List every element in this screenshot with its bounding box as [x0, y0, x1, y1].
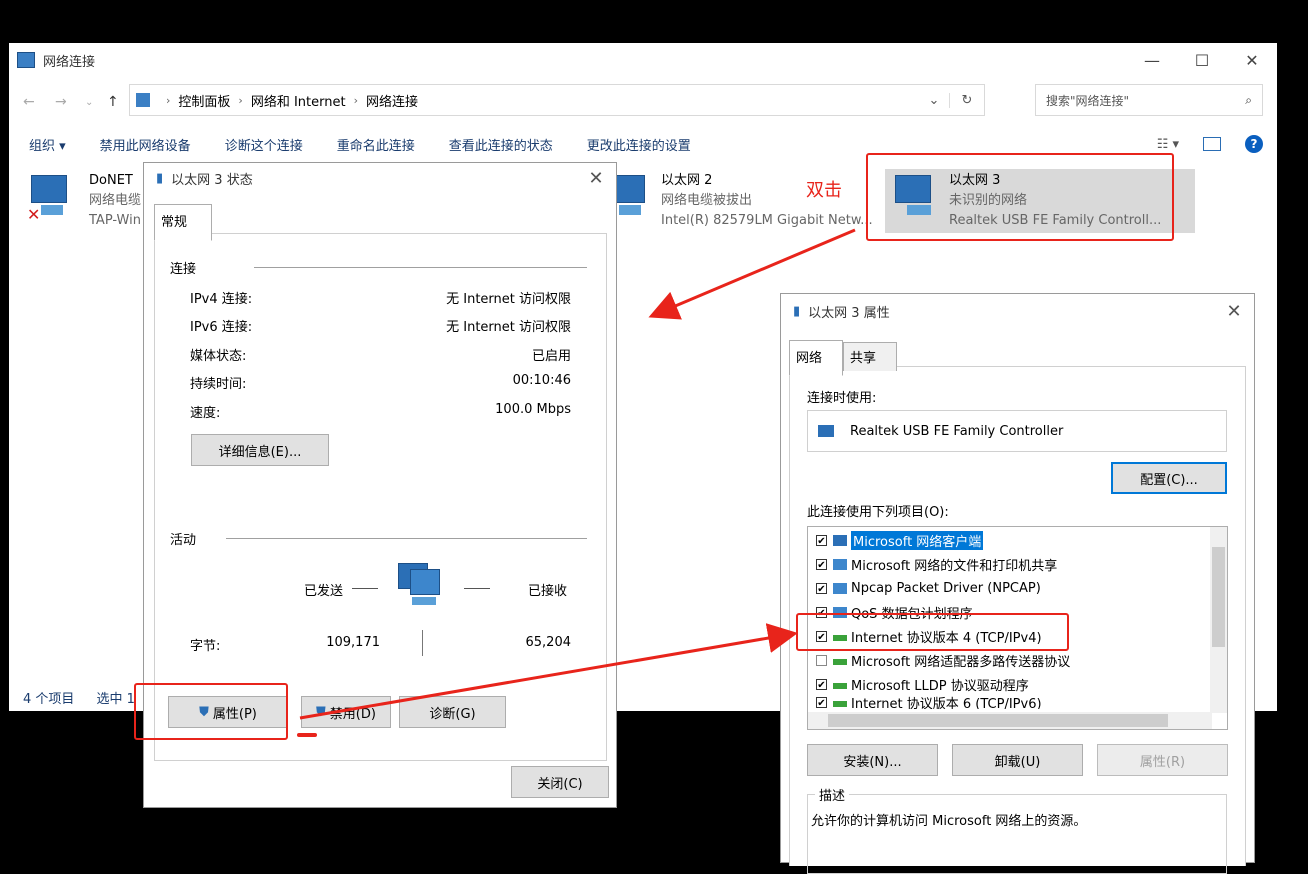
- arrow-to-ipv4-item: [299, 623, 798, 720]
- tab-networking[interactable]: 网络: [789, 340, 843, 376]
- tab-general[interactable]: 常规: [154, 204, 212, 241]
- arrow-to-status-dialog: [648, 228, 856, 320]
- annotation-arrows: [299, 228, 856, 720]
